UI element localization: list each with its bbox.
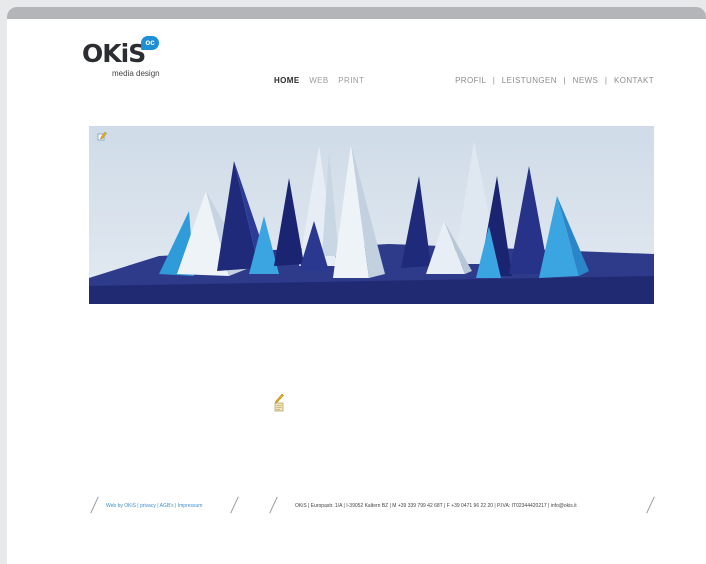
hero-banner-image <box>89 126 654 304</box>
content-tools <box>274 393 284 412</box>
logo-bubble-icon: oc <box>141 36 159 50</box>
secondary-navigation: PROFIL | LEISTUNGEN | NEWS | KONTAKT <box>455 76 654 85</box>
nav-leistungen[interactable]: LEISTUNGEN <box>502 76 557 85</box>
nav-news[interactable]: NEWS <box>573 76 599 85</box>
footer-contact: OKiS | Europastr. 1/A | I-39052 Kaltern … <box>295 503 577 509</box>
nav-print[interactable]: PRINT <box>338 76 364 85</box>
logo-wordmark: OKiS <box>82 39 146 68</box>
nav-profil[interactable]: PROFIL <box>455 76 486 85</box>
nav-separator: | <box>492 76 496 85</box>
nav-kontakt[interactable]: KONTAKT <box>614 76 654 85</box>
pencil-icon[interactable] <box>275 393 284 403</box>
okis-logo[interactable]: OKiS oc media design <box>82 36 172 82</box>
nav-web[interactable]: WEB <box>309 76 328 85</box>
footer-links[interactable]: Web by OKiS | privacy | AGB's | Impressu… <box>106 503 202 509</box>
pencil-edit-icon[interactable] <box>97 131 107 141</box>
nav-separator: | <box>563 76 567 85</box>
logo-subtitle: media design <box>112 69 160 78</box>
nav-separator: | <box>604 76 608 85</box>
main-navigation: HOME WEB PRINT <box>274 76 371 85</box>
nav-home[interactable]: HOME <box>274 76 300 85</box>
note-icon[interactable] <box>274 402 284 412</box>
